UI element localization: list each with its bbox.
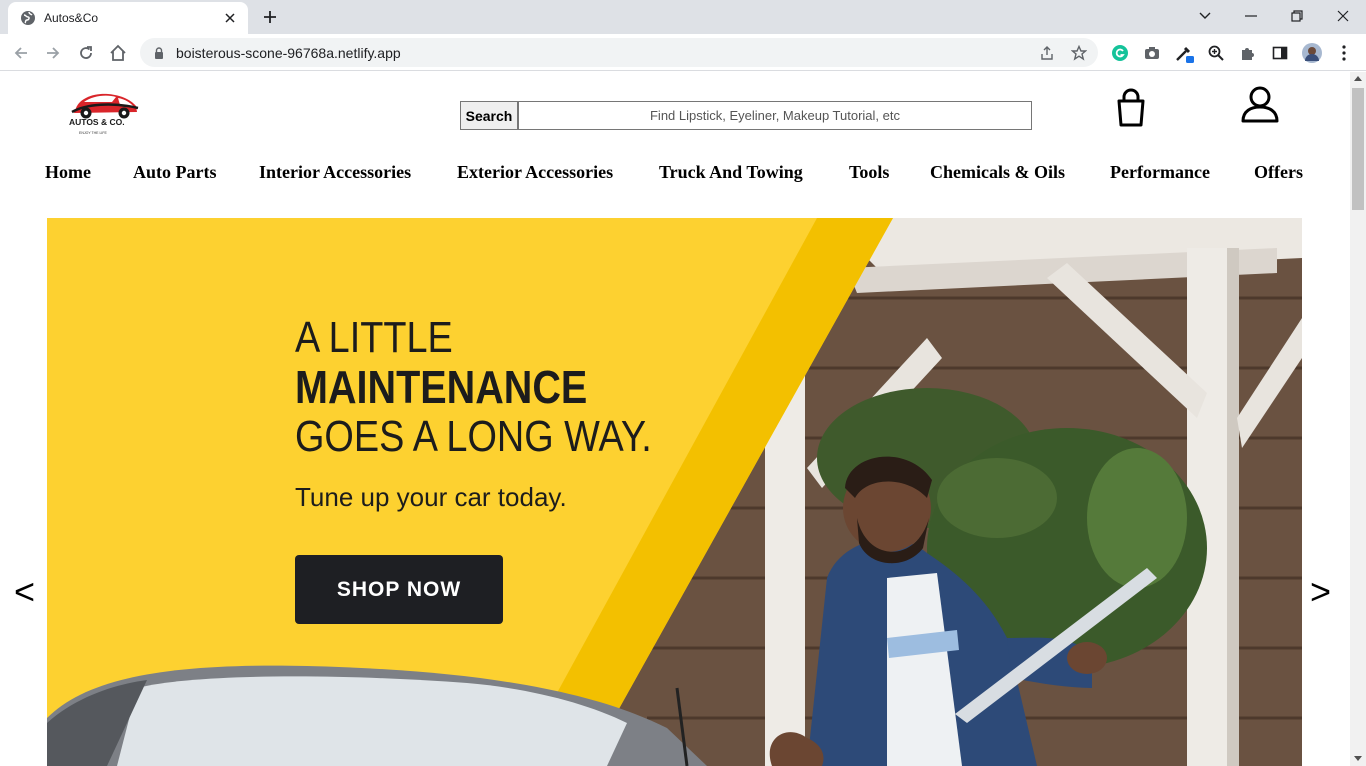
shopping-bag-icon[interactable] — [1114, 88, 1148, 128]
browser-toolbar: boisterous-scone-96768a.netlify.app — [0, 34, 1366, 71]
browser-tab-bar: Autos&Co — [0, 0, 1366, 34]
carousel-next-arrow[interactable]: > — [1310, 572, 1331, 612]
shop-now-button[interactable]: SHOP NOW — [295, 555, 503, 624]
color-picker-icon[interactable] — [1174, 43, 1194, 63]
hero-headline: A LITTLE MAINTENANCE GOES A LONG WAY. Tu… — [295, 313, 710, 513]
url-text: boisterous-scone-96768a.netlify.app — [176, 44, 401, 61]
logo-text: AUTOS & CO. — [69, 117, 125, 127]
side-panel-icon[interactable] — [1270, 43, 1290, 63]
nav-auto-parts[interactable]: Auto Parts — [133, 162, 217, 183]
hero-subtitle: Tune up your car today. — [295, 482, 567, 512]
nav-performance[interactable]: Performance — [1110, 162, 1210, 183]
user-account-icon[interactable] — [1240, 84, 1280, 124]
search-button[interactable]: Search — [460, 101, 518, 130]
scrollbar-thumb[interactable] — [1352, 88, 1364, 210]
extensions-puzzle-icon[interactable] — [1238, 43, 1258, 63]
close-window-icon[interactable] — [1320, 0, 1366, 32]
hero-line-1: A LITTLE — [295, 313, 453, 362]
hero-line-3: GOES A LONG WAY. — [295, 412, 652, 461]
tab-search-icon[interactable] — [1182, 0, 1228, 32]
camera-icon[interactable] — [1142, 43, 1162, 63]
lock-icon — [152, 46, 166, 60]
minimize-icon[interactable] — [1228, 0, 1274, 32]
nav-truck-and-towing[interactable]: Truck And Towing — [659, 162, 803, 183]
restore-icon[interactable] — [1274, 0, 1320, 32]
nav-interior-accessories[interactable]: Interior Accessories — [259, 162, 411, 183]
grammarly-icon[interactable] — [1110, 43, 1130, 63]
search-input[interactable] — [518, 101, 1032, 130]
logo-tagline: ENJOY THE LIFE — [79, 131, 108, 135]
back-icon[interactable] — [8, 40, 34, 66]
nav-exterior-accessories[interactable]: Exterior Accessories — [457, 162, 613, 183]
nav-tools[interactable]: Tools — [849, 162, 889, 183]
home-icon[interactable] — [105, 40, 131, 66]
web-page: AUTOS & CO. ENJOY THE LIFE Search Home A… — [0, 72, 1350, 766]
bookmark-star-icon[interactable] — [1070, 44, 1088, 62]
site-logo[interactable]: AUTOS & CO. ENJOY THE LIFE — [64, 82, 144, 138]
browser-tab[interactable]: Autos&Co — [8, 2, 248, 34]
address-bar[interactable]: boisterous-scone-96768a.netlify.app — [140, 38, 1098, 67]
scroll-up-arrow[interactable] — [1354, 76, 1362, 81]
page-scrollbar[interactable] — [1350, 72, 1366, 766]
carousel-prev-arrow[interactable]: < — [14, 572, 35, 612]
hero-line-2: MAINTENANCE — [295, 361, 588, 413]
browser-menu-icon[interactable] — [1334, 43, 1354, 63]
hero-banner: A LITTLE MAINTENANCE GOES A LONG WAY. Tu… — [47, 218, 1302, 766]
globe-icon — [20, 10, 36, 26]
close-tab-icon[interactable] — [222, 10, 238, 26]
scroll-down-arrow[interactable] — [1354, 756, 1362, 761]
nav-offers[interactable]: Offers — [1254, 162, 1303, 183]
zoom-icon[interactable] — [1206, 43, 1226, 63]
share-icon[interactable] — [1038, 44, 1056, 62]
nav-home[interactable]: Home — [45, 162, 91, 183]
reload-icon[interactable] — [73, 40, 99, 66]
nav-chemicals-oils[interactable]: Chemicals & Oils — [930, 162, 1065, 183]
forward-icon[interactable] — [40, 40, 66, 66]
tab-title: Autos&Co — [44, 11, 99, 25]
profile-avatar-icon[interactable] — [1302, 43, 1322, 63]
main-nav: Home Auto Parts Interior Accessories Ext… — [0, 162, 1350, 190]
new-tab-icon[interactable] — [260, 7, 280, 27]
